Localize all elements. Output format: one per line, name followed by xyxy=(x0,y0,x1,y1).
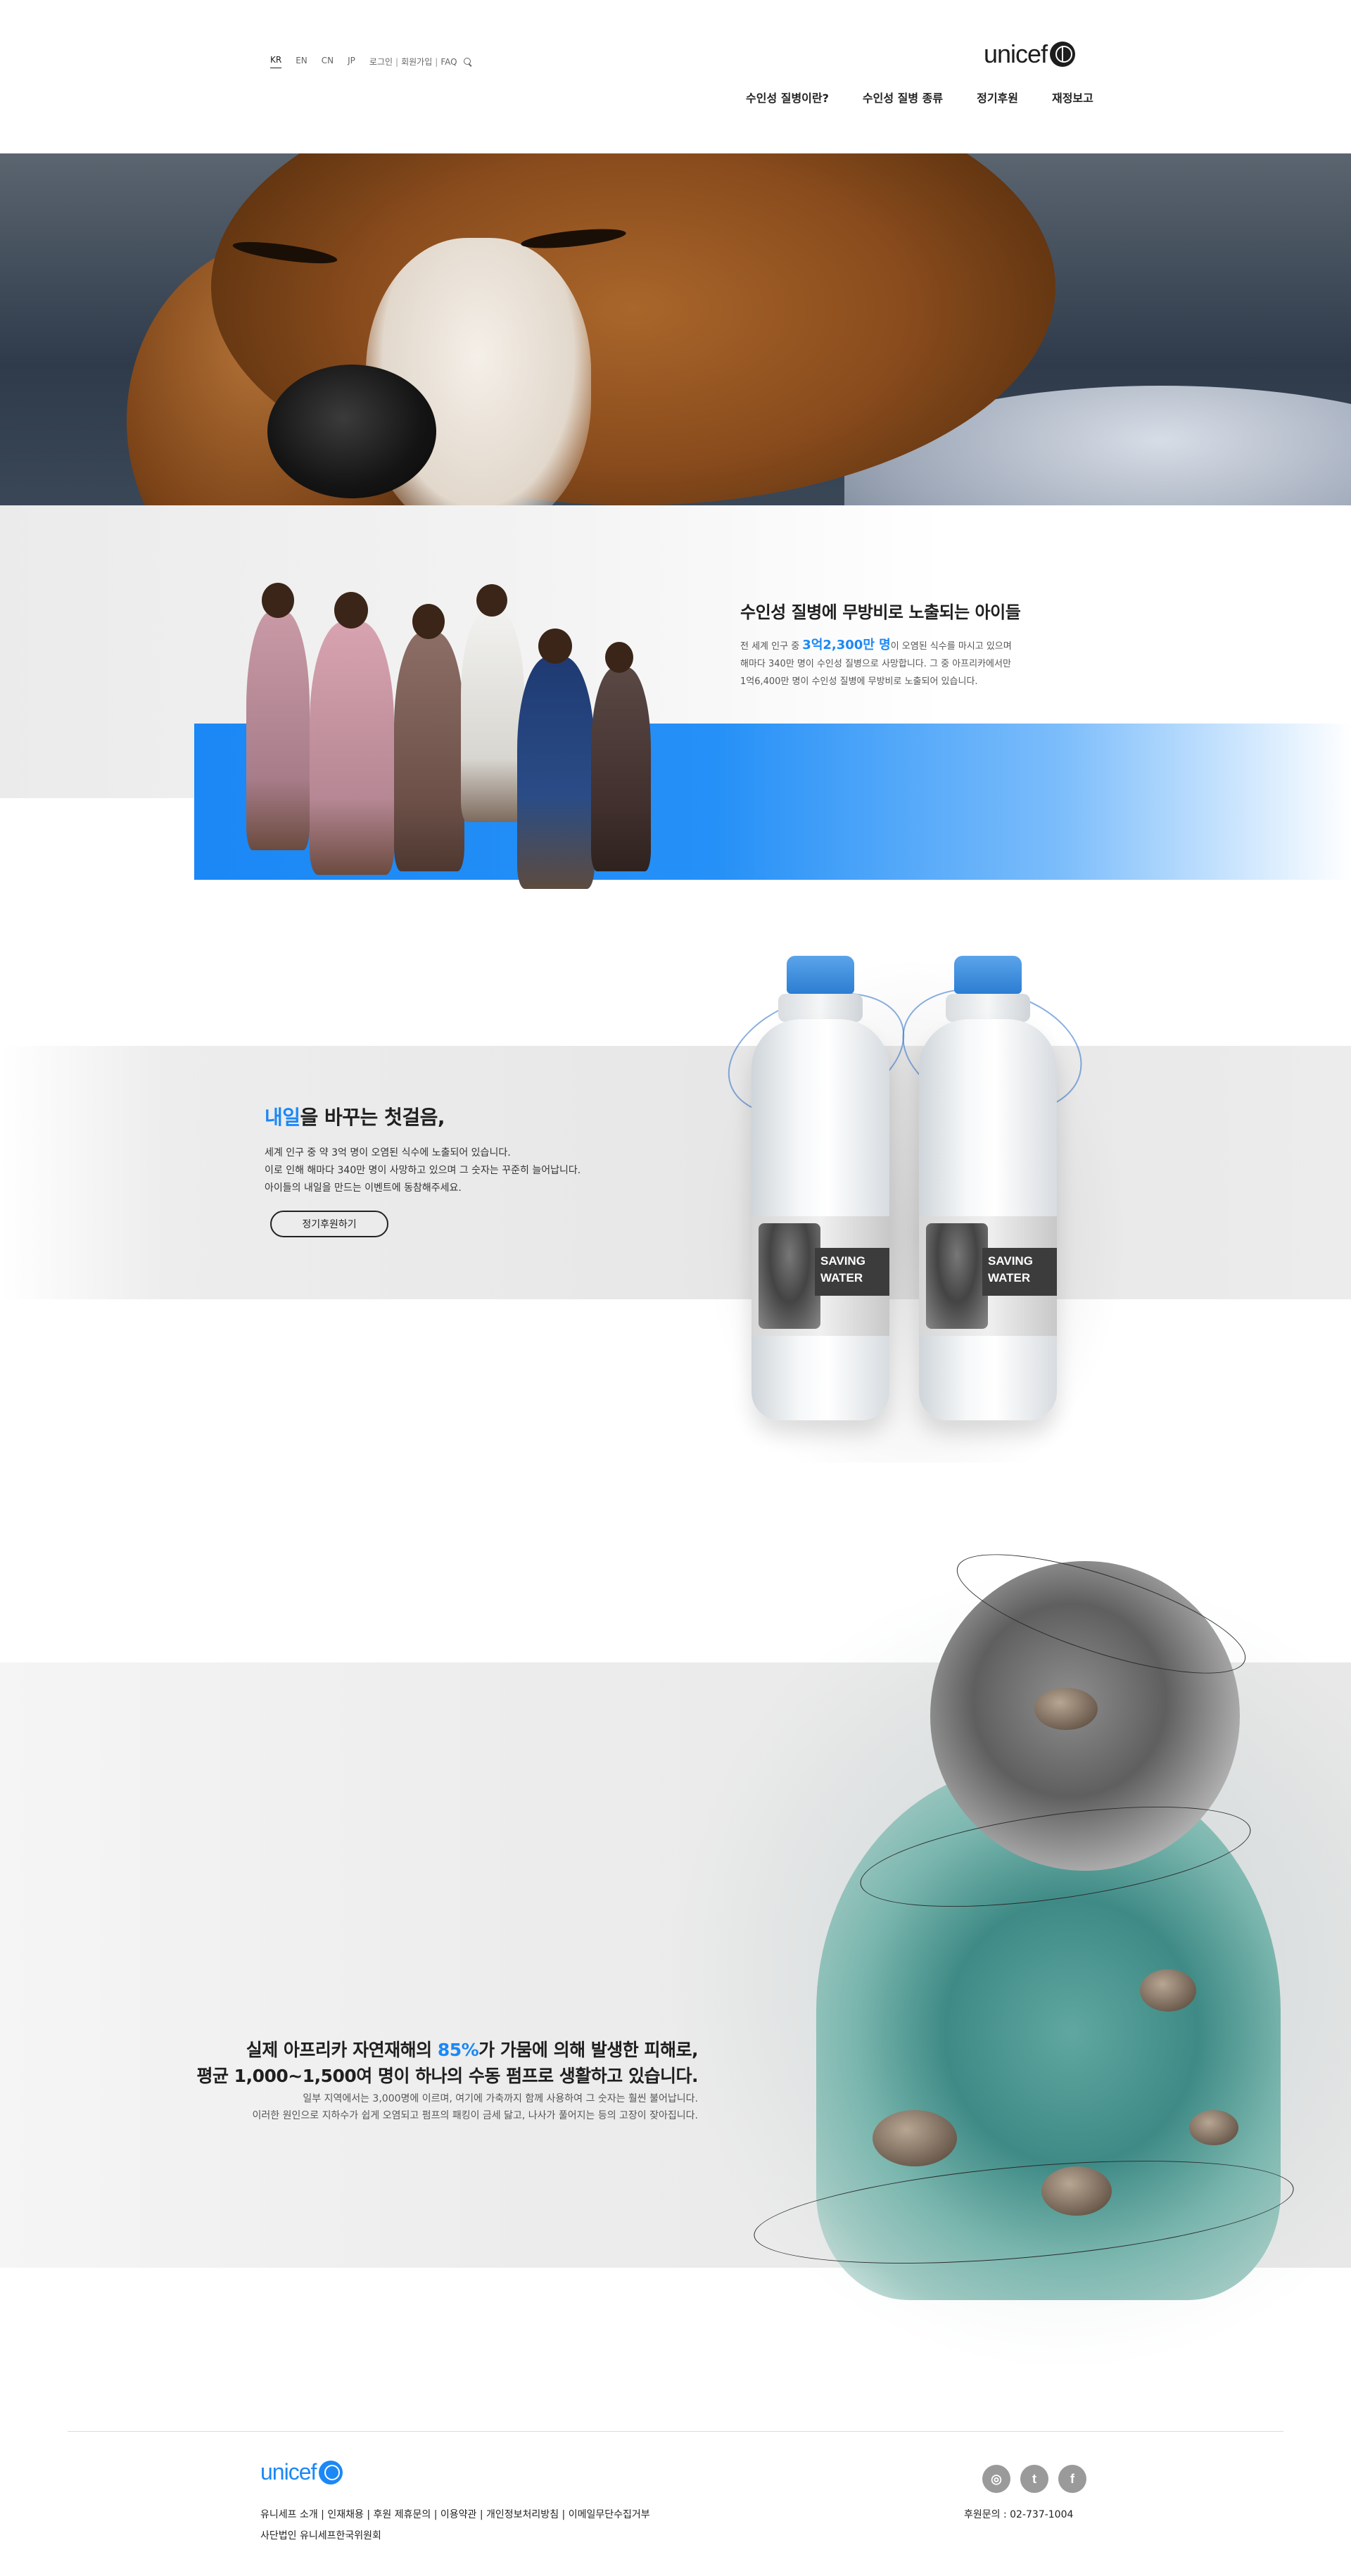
header: KR EN CN JP 로그인 | 회원가입 | FAQ unicef 수인성 … xyxy=(0,0,1351,153)
footer-link-privacy[interactable]: 개인정보처리방침 xyxy=(486,2509,559,2520)
instagram-icon[interactable]: ◎ xyxy=(982,2465,1010,2493)
faq-link[interactable]: FAQ xyxy=(440,57,457,67)
footer-logo[interactable]: unicef xyxy=(260,2459,343,2485)
footer-link-partnership[interactable]: 후원 제휴문의 xyxy=(374,2509,431,2520)
signup-link[interactable]: 회원가입 xyxy=(401,56,432,68)
section-description: 일부 지역에서는 3,000명에 이르며, 여기에 가축까지 함께 사용하여 그… xyxy=(0,2090,698,2124)
title-text: 평균 1,000~1,500여 명이 하나의 수동 펌프로 생활하고 있습니다. xyxy=(196,2066,698,2086)
desc-text: 세계 인구 중 약 3억 명이 오염된 식수에 노출되어 있습니다. xyxy=(265,1147,511,1158)
bottle-neck xyxy=(778,994,863,1022)
section-title: 실제 아프리카 자연재해의 85%가 가뭄에 의해 발생한 피해로, 평균 1,… xyxy=(0,2037,698,2089)
company-name: 사단법인 유니세프한국위원회 xyxy=(260,2530,381,2542)
highlight-number: 3억2,300만 명 xyxy=(802,638,891,652)
social-links: ◎ t f xyxy=(982,2465,1086,2493)
bottle-neck xyxy=(946,994,1030,1022)
title-highlight: 내일 xyxy=(265,1106,300,1129)
island-rock xyxy=(1034,1688,1098,1730)
section-description: 세계 인구 중 약 3억 명이 오염된 식수에 노출되어 있습니다. 이로 인해… xyxy=(265,1144,581,1197)
desc-text: 이 오염된 식수를 마시고 있으며 xyxy=(890,641,1012,652)
bottle-cap xyxy=(954,956,1022,994)
globe-icon xyxy=(319,2460,343,2485)
bottle-label: SAVING WATER xyxy=(919,1216,1057,1336)
footer: unicef 유니세프 소개 | 인재채용 | 후원 제휴문의 | 이용약관 |… xyxy=(0,2406,1351,2576)
island-rock xyxy=(873,2110,957,2166)
lang-jp[interactable]: JP xyxy=(348,56,355,68)
logo-text: unicef xyxy=(984,39,1048,68)
desc-text: 아이들의 내일을 만드는 이벤트에 동참해주세요. xyxy=(265,1182,462,1194)
footer-links: 유니세프 소개 | 인재채용 | 후원 제휴문의 | 이용약관 | 개인정보처리… xyxy=(260,2509,650,2520)
donate-button[interactable]: 정기후원하기 xyxy=(270,1211,388,1237)
nav-item-disease-types[interactable]: 수인성 질병 종류 xyxy=(863,89,943,106)
section-title: 내일을 바꾸는 첫걸음, xyxy=(265,1102,445,1130)
africa-drought-section: 실제 아프리카 자연재해의 85%가 가뭄에 의해 발생한 피해로, 평균 1,… xyxy=(0,1530,1351,2406)
footer-link-careers[interactable]: 인재채용 xyxy=(327,2509,364,2520)
child-figure xyxy=(517,629,595,889)
divider: | xyxy=(395,56,399,67)
footer-link-email-policy[interactable]: 이메일무단수집거부 xyxy=(569,2509,650,2520)
child-figure xyxy=(394,604,464,871)
child-figure xyxy=(246,583,310,850)
logo-text: unicef xyxy=(260,2459,317,2485)
bottle-cap xyxy=(787,956,854,994)
utility-nav: KR EN CN JP 로그인 | 회원가입 | FAQ xyxy=(270,55,473,68)
search-icon[interactable] xyxy=(463,57,473,67)
island-rock xyxy=(1189,2110,1238,2145)
desc-text: 해마다 340만 명이 수인성 질병으로 사망합니다. 그 중 아프리카에서만 xyxy=(740,659,1011,669)
globe-icon xyxy=(1050,42,1076,67)
label-photo xyxy=(926,1223,988,1329)
child-figure xyxy=(310,592,394,875)
highlight-percent: 85% xyxy=(437,2040,479,2060)
divider: | xyxy=(435,56,438,67)
nav-item-disease-info[interactable]: 수인성 질병이란? xyxy=(746,89,829,106)
section-title: 수인성 질병에 무방비로 노출되는 아이들 xyxy=(740,602,1021,622)
desc-text: 1억6,400만 명이 수인성 질병에 무방비로 노출되어 있습니다. xyxy=(740,676,978,687)
footer-link-terms[interactable]: 이용약관 xyxy=(440,2509,477,2520)
section-description: 전 세계 인구 중 3억2,300만 명이 오염된 식수를 마시고 있으며 해마… xyxy=(740,636,1092,690)
lang-cn[interactable]: CN xyxy=(322,56,334,68)
children-section: 수인성 질병에 무방비로 노출되는 아이들 전 세계 인구 중 3억2,300만… xyxy=(0,505,1351,956)
title-text: 가 가뭄에 의해 발생한 피해로, xyxy=(478,2040,698,2060)
water-bottle-section: 내일을 바꾸는 첫걸음, 세계 인구 중 약 3억 명이 오염된 식수에 노출되… xyxy=(0,956,1351,1533)
login-link[interactable]: 로그인 xyxy=(369,56,393,68)
contact-phone: 후원문의 : 02-737-1004 xyxy=(964,2509,1074,2520)
desc-text: 전 세계 인구 중 xyxy=(740,641,803,652)
unicef-logo[interactable]: unicef xyxy=(984,39,1076,69)
footer-divider xyxy=(68,2431,1283,2432)
desc-text: 이로 인해 해마다 340만 명이 사망하고 있으며 그 숫자는 꾸준히 늘어납… xyxy=(265,1165,581,1176)
lang-kr[interactable]: KR xyxy=(270,55,282,68)
island-rock xyxy=(1140,1969,1196,2012)
desc-text: 일부 지역에서는 3,000명에 이르며, 여기에 가축까지 함께 사용하여 그… xyxy=(303,2093,698,2104)
child-figure xyxy=(461,584,524,822)
title-text: 을 바꾸는 첫걸음, xyxy=(300,1106,445,1129)
section-background xyxy=(0,1046,1351,1299)
lang-en[interactable]: EN xyxy=(296,56,307,68)
facebook-icon[interactable]: f xyxy=(1058,2465,1086,2493)
twitter-icon[interactable]: t xyxy=(1020,2465,1048,2493)
dog-nose xyxy=(267,365,436,498)
label-text: SAVING WATER xyxy=(820,1254,865,1284)
main-nav: 수인성 질병이란? 수인성 질병 종류 정기후원 재정보고 xyxy=(746,89,1093,106)
desc-text: 이러한 원인으로 지하수가 쉽게 오염되고 펌프의 패킹이 금세 닳고, 나사가… xyxy=(252,2110,698,2121)
footer-link-about[interactable]: 유니세프 소개 xyxy=(260,2509,318,2520)
nav-item-donation[interactable]: 정기후원 xyxy=(977,89,1018,106)
label-photo xyxy=(759,1223,820,1329)
water-bottle: SAVING WATER xyxy=(919,956,1057,1420)
hero-banner-dog-image xyxy=(0,153,1351,505)
bottle-label: SAVING WATER xyxy=(751,1216,889,1336)
label-text: SAVING WATER xyxy=(988,1254,1033,1284)
child-figure xyxy=(591,642,651,871)
nav-item-finance-report[interactable]: 재정보고 xyxy=(1052,89,1093,106)
title-text: 실제 아프리카 자연재해의 xyxy=(246,2040,438,2060)
water-bottle: SAVING WATER xyxy=(751,956,889,1420)
